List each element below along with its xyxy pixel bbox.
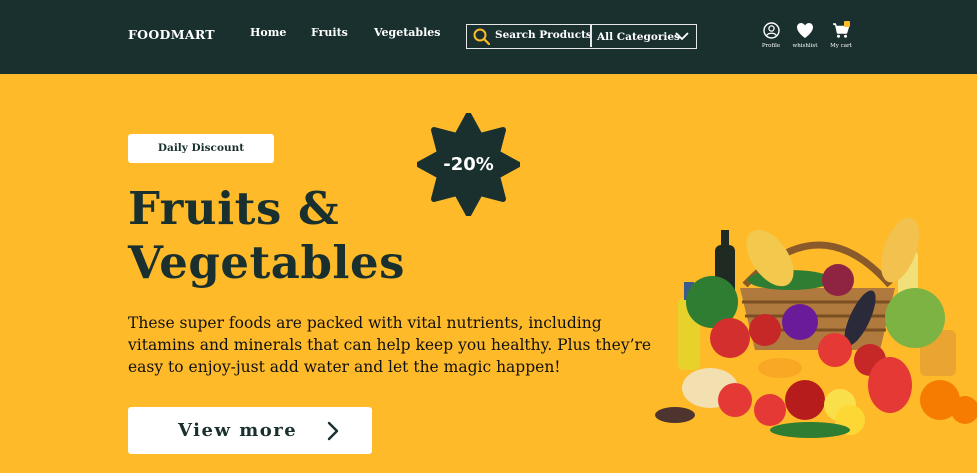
cart-button[interactable]: My cart [821, 21, 861, 56]
hero-title-line2: Vegetables [128, 236, 405, 289]
view-more-label: View more [178, 420, 298, 441]
brand-logo[interactable]: FOODMART [128, 27, 215, 42]
search-icon [473, 28, 490, 45]
wishlist-label: whishlist [792, 43, 818, 49]
daily-discount-tag: Daily Discount [128, 134, 274, 163]
nav-home[interactable]: Home [250, 26, 286, 39]
hero-description: These super foods are packed with vital … [128, 314, 652, 376]
wishlist-button[interactable]: whishlist [785, 22, 825, 56]
profile-icon [762, 22, 780, 39]
cart-badge [844, 21, 850, 27]
search-input[interactable]: Search Products [467, 25, 592, 47]
search-placeholder: Search Products [495, 29, 592, 41]
top-navbar: FOODMART Home Fruits Vegetables Search P… [0, 0, 977, 74]
produce-basket-image [655, 217, 977, 438]
view-more-button[interactable]: View more [128, 407, 372, 454]
search-divider [590, 25, 592, 47]
hero-title-line1: Fruits & [128, 182, 340, 235]
heart-icon [797, 23, 813, 38]
chevron-right-icon [327, 421, 339, 441]
nav-fruits[interactable]: Fruits [311, 26, 348, 39]
chevron-down-icon [675, 32, 689, 41]
search-bar: Search Products All Categories [466, 24, 697, 49]
hero-title: Fruits & Vegetables [128, 182, 548, 290]
nav-vegetables[interactable]: Vegetables [374, 26, 440, 39]
cart-label: My cart [830, 43, 852, 49]
category-label: All Categories [597, 31, 680, 43]
